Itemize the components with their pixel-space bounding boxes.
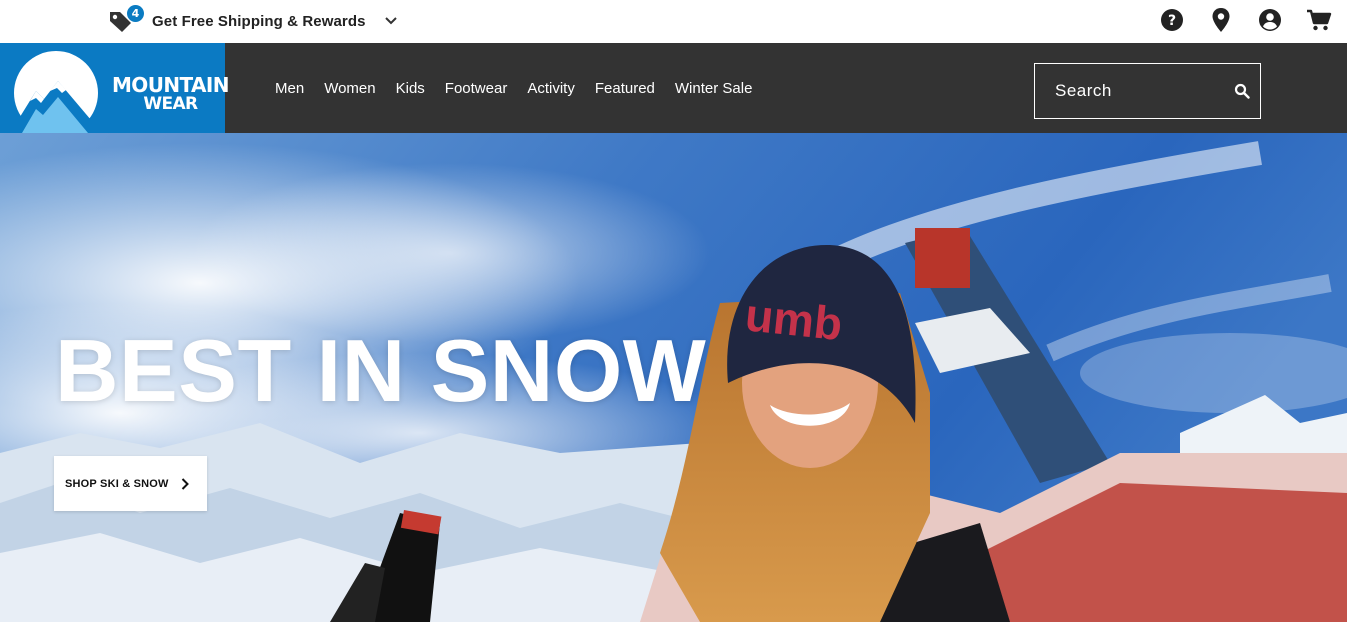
chevron-right-icon xyxy=(181,477,189,490)
brand-line-1: MOUNTAIN xyxy=(112,73,229,97)
nav-item-men[interactable]: Men xyxy=(275,80,304,97)
brand-name: MOUNTAIN WEAR xyxy=(112,73,229,114)
account-icon[interactable] xyxy=(1256,6,1284,34)
rewards-count-badge: 4 xyxy=(127,5,144,22)
cart-icon[interactable] xyxy=(1305,6,1333,34)
search-box xyxy=(1034,63,1261,119)
nav-item-kids[interactable]: Kids xyxy=(396,80,425,97)
search-input[interactable] xyxy=(1055,81,1225,101)
nav-item-activity[interactable]: Activity xyxy=(527,80,575,97)
nav-item-women[interactable]: Women xyxy=(324,80,375,97)
nav-item-featured[interactable]: Featured xyxy=(595,80,655,97)
rewards-promo[interactable]: 4 Get Free Shipping & Rewards xyxy=(108,5,398,37)
mountain-logo-icon xyxy=(10,51,102,133)
nav-item-winter-sale[interactable]: Winter Sale xyxy=(675,80,753,97)
beanie-brand-text: umb xyxy=(743,288,845,350)
utility-icons: ? xyxy=(1137,6,1333,34)
brand-line-2: WEAR xyxy=(143,94,198,114)
search-icon[interactable] xyxy=(1227,76,1257,106)
shop-ski-snow-button[interactable]: SHOP SKI & SNOW xyxy=(54,456,207,511)
nav-item-footwear[interactable]: Footwear xyxy=(445,80,508,97)
tag-icon: 4 xyxy=(108,5,144,37)
cta-label: SHOP SKI & SNOW xyxy=(65,477,169,490)
promo-text: Get Free Shipping & Rewards xyxy=(152,12,366,30)
brand-logo[interactable]: MOUNTAIN WEAR xyxy=(0,43,229,133)
help-icon[interactable]: ? xyxy=(1158,6,1186,34)
top-promo-bar: 4 Get Free Shipping & Rewards ? xyxy=(0,0,1347,43)
category-nav: Men Women Kids Footwear Activity Feature… xyxy=(265,43,762,133)
svg-text:?: ? xyxy=(1168,13,1176,29)
hero-banner: umb BEST IN SNOW SHOP SKI & SNOW xyxy=(0,133,1347,622)
chevron-down-icon[interactable] xyxy=(384,16,398,26)
main-navigation: MOUNTAIN WEAR Men Women Kids Footwear Ac… xyxy=(0,43,1347,133)
hero-title: BEST IN SNOW xyxy=(55,321,707,420)
location-pin-icon[interactable] xyxy=(1207,6,1235,34)
